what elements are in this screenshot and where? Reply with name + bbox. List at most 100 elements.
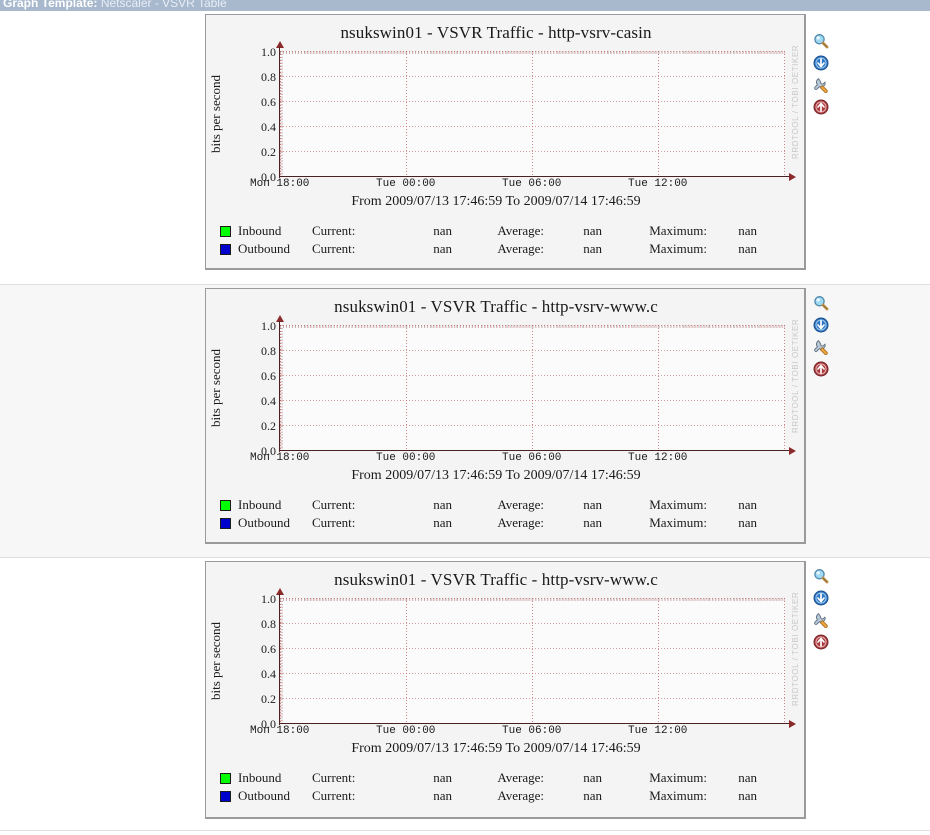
magnifier-icon[interactable] [813,295,829,311]
y-tick-label: 0.6 [261,369,276,383]
legend-color-swatch [220,790,231,802]
graph-time-range: From 2009/07/13 17:46:59 To 2009/07/14 1… [351,741,641,756]
legend-color-swatch [220,243,231,255]
x-tick-label: Tue 06:00 [502,725,562,737]
legend-maximum-value: nan [738,241,757,256]
legend-color-swatch [220,772,231,784]
x-tick-label: Mon 18:00 [250,452,310,464]
legend-series-name: Inbound [238,497,282,512]
legend-color-swatch [220,499,231,511]
arrow-down-circle-icon[interactable] [813,317,829,333]
legend-average-label: Average: [497,788,544,803]
legend-maximum-label: Maximum: [649,497,707,512]
y-tick-label: 1.0 [261,592,276,606]
legend-row: Outbound Current: nan Average: nan Maxim… [220,514,757,532]
legend-color-swatch [220,225,231,237]
x-axis-line [279,723,791,724]
legend-series-name: Outbound [238,788,290,803]
legend-series-name: Outbound [238,241,290,256]
legend-average-value: nan [583,788,602,803]
y-tick-label: 0.8 [261,344,276,358]
wrench-icon[interactable] [813,77,829,93]
graph-time-range: From 2009/07/13 17:46:59 To 2009/07/14 1… [351,468,641,483]
graph-template-header: Graph Template: Netscaler - VSVR Table [0,0,930,11]
y-tick-label: 0.2 [261,692,276,706]
y-axis-ticks: 1.0 0.8 0.6 0.4 0.2 0.0 [206,289,276,469]
arrow-down-circle-icon[interactable] [813,590,829,606]
legend-average-value: nan [583,241,602,256]
y-tick-label: 0.4 [261,394,276,408]
legend-average-value: nan [583,223,602,238]
legend-average-label: Average: [497,770,544,785]
rrdtool-watermark: RRDTOOL / TOBI OETIKER [791,591,800,706]
x-axis-arrow-icon [789,173,796,181]
arrow-down-circle-icon[interactable] [813,55,829,71]
y-tick-label: 0.8 [261,617,276,631]
magnifier-icon[interactable] [813,568,829,584]
legend-current-value: nan [433,241,452,256]
plot-area [280,51,785,177]
y-axis-arrow-icon [276,41,284,48]
legend-average-value: nan [583,770,602,785]
y-tick-label: 0.4 [261,667,276,681]
x-tick-label: Tue 12:00 [628,178,688,190]
x-tick-label: Tue 06:00 [502,178,562,190]
legend-maximum-label: Maximum: [649,770,707,785]
y-tick-label: 0.6 [261,642,276,656]
legend-row: Inbound Current: nan Average: nan Maximu… [220,769,757,787]
graph-template-header-text: Graph Template: Netscaler - VSVR Table [3,0,227,10]
wrench-icon[interactable] [813,339,829,355]
magnifier-icon[interactable] [813,33,829,49]
x-axis-line [279,176,791,177]
graph-legend: Inbound Current: nan Average: nan Maximu… [220,769,757,805]
minor-gridlines [280,51,785,177]
legend-current-value: nan [433,223,452,238]
graph-panel[interactable]: nsukswin01 - VSVR Traffic - http-vsrv-ca… [205,14,806,270]
y-tick-label: 1.0 [261,319,276,333]
legend-current-label: Current: [312,770,356,785]
legend-current-value: nan [433,515,452,530]
legend-average-value: nan [583,515,602,530]
major-gridlines [280,325,785,451]
graph-template-value: Netscaler - VSVR Table [100,0,227,10]
x-tick-label: Tue 00:00 [376,178,436,190]
legend-maximum-label: Maximum: [649,788,707,803]
graph-legend: Inbound Current: nan Average: nan Maximu… [220,496,757,532]
legend-color-swatch [220,517,231,529]
legend-average-value: nan [583,497,602,512]
y-tick-label: 1.0 [261,45,276,59]
x-axis-line [279,450,791,451]
legend-current-value: nan [433,788,452,803]
graph-row: nsukswin01 - VSVR Traffic - http-vsrv-ww… [0,285,930,558]
arrow-up-circle-icon[interactable] [813,361,829,377]
y-tick-label: 0.8 [261,70,276,84]
wrench-icon[interactable] [813,612,829,628]
x-tick-label: Mon 18:00 [250,178,310,190]
y-tick-label: 0.6 [261,95,276,109]
graph-template-label: Graph Template: [3,0,98,10]
y-tick-label: 0.2 [261,419,276,433]
plot-area [280,325,785,451]
legend-row: Outbound Current: nan Average: nan Maxim… [220,787,757,805]
minor-gridlines [280,325,785,451]
graph-panel[interactable]: nsukswin01 - VSVR Traffic - http-vsrv-ww… [205,561,806,819]
legend-series-name: Outbound [238,515,290,530]
legend-average-label: Average: [497,515,544,530]
legend-maximum-value: nan [738,788,757,803]
arrow-up-circle-icon[interactable] [813,634,829,650]
y-axis-ticks: 1.0 0.8 0.6 0.4 0.2 0.0 [206,15,276,195]
x-tick-label: Tue 12:00 [628,725,688,737]
legend-current-label: Current: [312,497,356,512]
x-tick-label: Tue 00:00 [376,452,436,464]
legend-current-value: nan [433,497,452,512]
legend-series-name: Inbound [238,223,282,238]
graph-panel[interactable]: nsukswin01 - VSVR Traffic - http-vsrv-ww… [205,288,806,544]
legend-row: Inbound Current: nan Average: nan Maximu… [220,222,757,240]
legend-current-label: Current: [312,223,356,238]
arrow-up-circle-icon[interactable] [813,99,829,115]
y-axis-arrow-icon [276,315,284,322]
graph-actions [813,33,837,121]
legend-current-label: Current: [312,515,356,530]
x-tick-label: Mon 18:00 [250,725,310,737]
x-tick-label: Tue 06:00 [502,452,562,464]
